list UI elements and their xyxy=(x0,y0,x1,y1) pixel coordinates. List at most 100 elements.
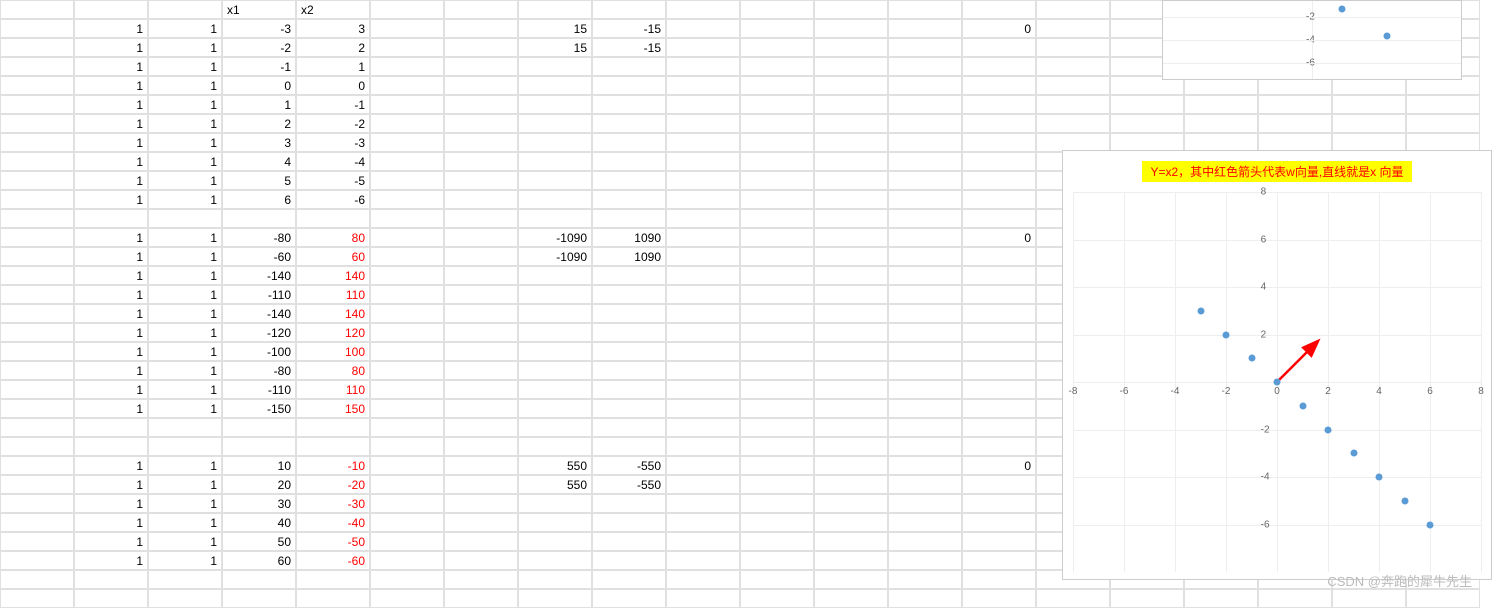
cell[interactable] xyxy=(814,570,888,589)
cell[interactable] xyxy=(518,76,592,95)
cell[interactable] xyxy=(592,418,666,437)
cell[interactable] xyxy=(962,38,1036,57)
cell[interactable]: -10 xyxy=(296,456,370,475)
cell[interactable]: -1090 xyxy=(518,247,592,266)
cell[interactable]: 1090 xyxy=(592,228,666,247)
cell[interactable] xyxy=(444,0,518,19)
cell[interactable]: -150 xyxy=(222,399,296,418)
cell[interactable] xyxy=(666,152,740,171)
cell[interactable] xyxy=(518,171,592,190)
cell[interactable] xyxy=(814,494,888,513)
cell[interactable] xyxy=(962,285,1036,304)
cell[interactable] xyxy=(1332,589,1406,608)
cell[interactable] xyxy=(370,190,444,209)
cell[interactable]: 0 xyxy=(296,76,370,95)
cell[interactable] xyxy=(592,513,666,532)
cell[interactable]: -110 xyxy=(222,380,296,399)
cell[interactable] xyxy=(814,437,888,456)
cell[interactable] xyxy=(444,285,518,304)
cell[interactable] xyxy=(740,418,814,437)
cell[interactable] xyxy=(444,57,518,76)
cell[interactable] xyxy=(666,380,740,399)
cell[interactable] xyxy=(962,190,1036,209)
cell[interactable] xyxy=(666,399,740,418)
cell[interactable] xyxy=(0,285,74,304)
cell[interactable] xyxy=(888,399,962,418)
cell[interactable]: 50 xyxy=(222,532,296,551)
cell[interactable] xyxy=(518,399,592,418)
cell[interactable] xyxy=(962,114,1036,133)
cell[interactable]: 1 xyxy=(148,152,222,171)
cell[interactable] xyxy=(666,551,740,570)
cell[interactable]: 1 xyxy=(148,342,222,361)
cell[interactable] xyxy=(962,323,1036,342)
cell[interactable] xyxy=(592,323,666,342)
cell[interactable]: 1 xyxy=(148,190,222,209)
cell[interactable]: 1 xyxy=(148,228,222,247)
cell[interactable] xyxy=(0,304,74,323)
cell[interactable] xyxy=(888,342,962,361)
cell[interactable] xyxy=(518,551,592,570)
cell[interactable]: 2 xyxy=(296,38,370,57)
cell[interactable] xyxy=(444,570,518,589)
cell[interactable] xyxy=(444,228,518,247)
cell[interactable]: -15 xyxy=(592,19,666,38)
cell[interactable] xyxy=(0,551,74,570)
cell[interactable] xyxy=(888,171,962,190)
cell[interactable] xyxy=(666,228,740,247)
cell[interactable] xyxy=(888,19,962,38)
cell[interactable]: 10 xyxy=(222,456,296,475)
cell[interactable] xyxy=(814,380,888,399)
cell[interactable] xyxy=(814,95,888,114)
cell[interactable]: 2 xyxy=(222,114,296,133)
cell[interactable] xyxy=(370,133,444,152)
cell[interactable] xyxy=(0,247,74,266)
cell[interactable]: -1090 xyxy=(518,228,592,247)
cell[interactable]: 1 xyxy=(148,456,222,475)
cell[interactable] xyxy=(444,266,518,285)
cell[interactable] xyxy=(444,399,518,418)
cell[interactable] xyxy=(814,133,888,152)
cell[interactable] xyxy=(888,57,962,76)
cell[interactable] xyxy=(444,513,518,532)
cell[interactable]: 1 xyxy=(74,266,148,285)
cell[interactable] xyxy=(962,513,1036,532)
cell[interactable] xyxy=(518,323,592,342)
cell[interactable] xyxy=(0,532,74,551)
cell[interactable]: 1 xyxy=(74,551,148,570)
cell[interactable] xyxy=(518,570,592,589)
cell[interactable]: 60 xyxy=(296,247,370,266)
cell[interactable] xyxy=(1332,114,1406,133)
cell[interactable]: -1 xyxy=(296,95,370,114)
cell[interactable] xyxy=(592,380,666,399)
cell[interactable] xyxy=(1036,589,1110,608)
cell[interactable] xyxy=(1036,95,1110,114)
cell[interactable] xyxy=(518,589,592,608)
cell[interactable]: 1 xyxy=(296,57,370,76)
cell[interactable] xyxy=(148,589,222,608)
cell[interactable] xyxy=(0,76,74,95)
cell[interactable] xyxy=(444,171,518,190)
cell[interactable] xyxy=(814,57,888,76)
cell[interactable] xyxy=(1332,95,1406,114)
cell[interactable] xyxy=(0,38,74,57)
cell[interactable] xyxy=(222,437,296,456)
cell[interactable] xyxy=(0,228,74,247)
cell[interactable]: 1 xyxy=(74,190,148,209)
cell[interactable] xyxy=(370,0,444,19)
cell[interactable] xyxy=(888,418,962,437)
cell[interactable] xyxy=(962,57,1036,76)
cell[interactable] xyxy=(814,152,888,171)
cell[interactable] xyxy=(888,361,962,380)
cell[interactable] xyxy=(962,361,1036,380)
cell[interactable]: 40 xyxy=(222,513,296,532)
cell[interactable]: 1 xyxy=(74,513,148,532)
cell[interactable] xyxy=(518,209,592,228)
cell[interactable] xyxy=(148,437,222,456)
cell[interactable] xyxy=(666,57,740,76)
cell[interactable] xyxy=(0,342,74,361)
cell[interactable] xyxy=(370,342,444,361)
cell[interactable] xyxy=(814,513,888,532)
cell[interactable]: 0 xyxy=(962,228,1036,247)
cell[interactable]: 1 xyxy=(148,475,222,494)
